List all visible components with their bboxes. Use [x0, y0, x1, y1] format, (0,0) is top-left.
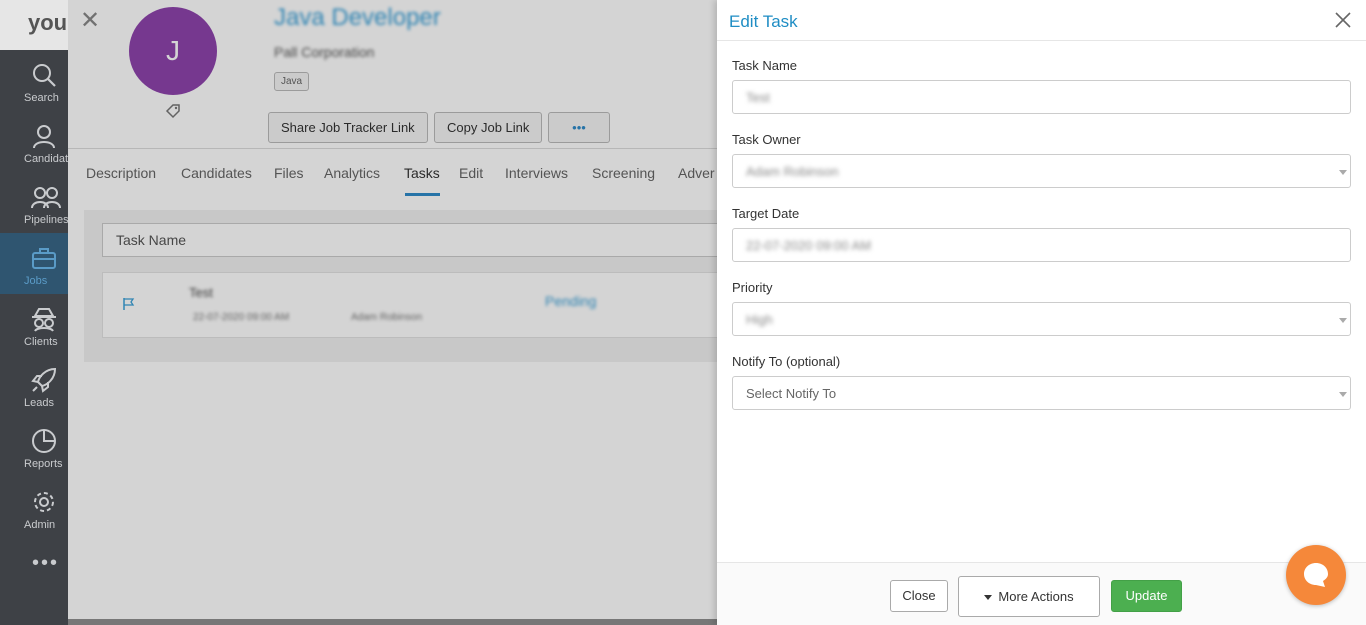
- task-owner-label: Task Owner: [732, 132, 801, 147]
- close-icon[interactable]: [1334, 11, 1352, 29]
- close-button[interactable]: Close: [890, 580, 948, 612]
- caret-down-icon: [984, 595, 993, 601]
- target-date-value: 22-07-2020 09:00 AM: [746, 238, 872, 253]
- notify-to-label: Notify To (optional): [732, 354, 841, 369]
- people-icon: [31, 187, 61, 209]
- notify-to-placeholder: Select Notify To: [746, 386, 837, 401]
- nav-more-icon[interactable]: •••: [0, 552, 68, 575]
- task-owner-select[interactable]: Adam Robinson: [732, 154, 1351, 188]
- drawer-title: Edit Task: [729, 12, 798, 31]
- target-date-input[interactable]: 22-07-2020 09:00 AM: [732, 228, 1351, 262]
- chat-widget-button[interactable]: [1286, 545, 1346, 605]
- chevron-down-icon: [1339, 170, 1347, 175]
- task-owner-value: Adam Robinson: [746, 164, 839, 179]
- brand-logo: youi: [0, 0, 68, 50]
- task-name-label: Task Name: [732, 58, 798, 73]
- target-date-label: Target Date: [732, 206, 800, 221]
- pie-chart-icon: [32, 429, 56, 453]
- task-name-input[interactable]: Test: [732, 80, 1351, 114]
- briefcase-icon: [32, 248, 56, 269]
- person-icon: [33, 125, 55, 149]
- drawer-header: Edit Task: [717, 0, 1366, 41]
- priority-select[interactable]: High: [732, 302, 1351, 336]
- task-name-value: Test: [746, 90, 770, 105]
- left-sidebar: youi Search Candidates Pipelines Jobs Cl…: [0, 0, 90, 625]
- horizontal-scrollbar[interactable]: [68, 619, 718, 625]
- notify-to-select[interactable]: Select Notify To: [732, 376, 1351, 410]
- chevron-down-icon: [1339, 392, 1347, 397]
- search-icon: [33, 64, 56, 87]
- more-actions-label: More Actions: [998, 589, 1074, 604]
- update-button[interactable]: Update: [1111, 580, 1182, 612]
- rocket-icon: [31, 367, 57, 393]
- chat-icon: [1304, 563, 1328, 587]
- spy-icon: [32, 308, 56, 332]
- drawer-footer: Close More Actions Update: [717, 562, 1366, 625]
- modal-backdrop[interactable]: [68, 0, 718, 625]
- priority-value: High: [746, 312, 773, 327]
- chevron-down-icon: [1339, 318, 1347, 323]
- more-actions-button[interactable]: More Actions: [958, 576, 1100, 617]
- priority-label: Priority: [732, 280, 773, 295]
- edit-task-drawer: Edit Task Task Name Test Task Owner Adam…: [717, 0, 1366, 625]
- gear-icon: [34, 492, 54, 512]
